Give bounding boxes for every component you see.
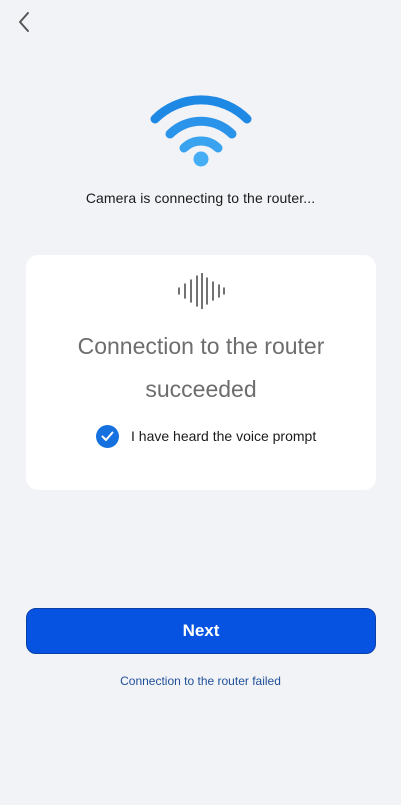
back-button[interactable] <box>12 10 36 34</box>
result-line-1: Connection to the router <box>77 333 325 359</box>
result-line-2: succeeded <box>145 376 257 402</box>
sound-wave-icon <box>176 272 226 310</box>
wifi-icon <box>150 94 252 168</box>
voice-prompt-confirm[interactable]: I have heard the voice prompt <box>96 424 316 448</box>
result-message: Connection to the router succeeded <box>46 325 356 411</box>
next-button[interactable]: Next <box>26 608 376 654</box>
connection-failed-link[interactable]: Connection to the router failed <box>0 674 401 688</box>
result-card: Connection to the router succeeded I hav… <box>26 255 376 490</box>
wifi-connection-screen: Camera is connecting to the router... Co… <box>0 0 401 805</box>
chevron-left-icon <box>19 12 29 32</box>
connecting-status-text: Camera is connecting to the router... <box>85 190 316 206</box>
confirm-label: I have heard the voice prompt <box>131 428 317 444</box>
checkbox-checked[interactable] <box>96 424 119 448</box>
checkmark-icon <box>101 431 114 441</box>
